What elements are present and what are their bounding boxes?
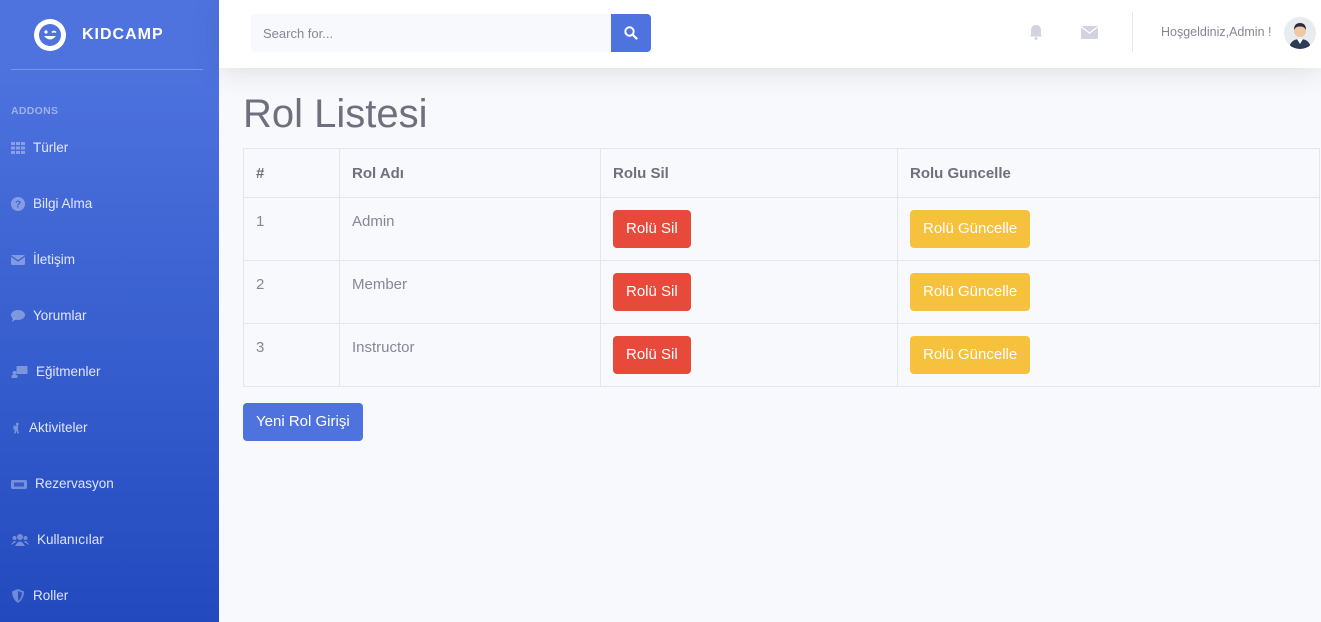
sidebar-item-label: Roller [33,588,69,603]
envelope-icon [1081,26,1098,39]
users-icon [11,533,29,546]
messages-dropdown[interactable] [1081,26,1098,44]
sidebar-item-kullanicilar[interactable]: Kullanıcılar [11,532,104,547]
page-title: Rol Listesi [243,92,428,136]
sidebar-item-label: Aktiviteler [29,420,88,435]
grid-icon [11,141,25,154]
sidebar-item-label: Rezervasyon [35,476,114,491]
sidebar-item-bilgi-alma[interactable]: ? Bilgi Alma [11,196,92,211]
sidebar-item-aktiviteler[interactable]: Aktiviteler [11,420,88,435]
table-row: 3 Instructor Rolü Sil Rolü Güncelle [243,323,1320,387]
sidebar-item-label: Eğitmenler [36,364,101,379]
sidebar-heading: ADDONS [11,105,59,117]
table-header-row: # Rol Adı Rolu Sil Rolu Guncelle [243,148,1320,198]
column-header: Rolu Guncelle [897,148,1320,198]
sidebar-item-egitmenler[interactable]: Eğitmenler [11,364,101,379]
chalkboard-teacher-icon [11,365,28,378]
role-name: Member [339,260,601,324]
user-welcome-text[interactable]: Hoşgeldiniz,Admin ! [1161,25,1271,39]
sidebar-item-label: Yorumlar [33,308,87,323]
sidebar-item-turler[interactable]: Türler [11,140,68,155]
avatar[interactable] [1284,17,1316,49]
role-id: 1 [243,197,340,261]
shield-icon [12,588,24,603]
brand[interactable]: KIDCAMP [0,0,219,69]
sidebar-item-label: İletişim [33,252,76,267]
delete-role-button[interactable]: Rolü Sil [613,210,691,248]
sidebar-item-label: Kullanıcılar [37,532,104,547]
sidebar-item-rezervasyon[interactable]: Rezervasyon [11,476,114,491]
role-id: 3 [243,323,340,387]
search-button[interactable] [611,14,651,52]
comment-icon [11,309,25,322]
search-form [251,14,651,52]
role-name: Instructor [339,323,601,387]
table-row: 1 Admin Rolü Sil Rolü Güncelle [243,197,1320,261]
roles-table: # Rol Adı Rolu Sil Rolu Guncelle 1 Admin… [243,148,1320,387]
sidebar-item-label: Türler [33,140,69,155]
column-header: # [243,148,340,198]
table-row: 2 Member Rolü Sil Rolü Güncelle [243,260,1320,324]
delete-role-button[interactable]: Rolü Sil [613,273,691,311]
role-id: 2 [243,260,340,324]
topbar-divider [1132,12,1133,52]
brand-name: KIDCAMP [82,25,164,43]
laugh-wink-icon [34,18,66,51]
search-icon [624,26,638,40]
delete-role-button[interactable]: Rolü Sil [613,336,691,374]
update-role-button[interactable]: Rolü Güncelle [910,273,1031,311]
sidebar-item-yorumlar[interactable]: Yorumlar [11,308,87,323]
alerts-dropdown[interactable] [1029,24,1043,45]
update-role-button[interactable]: Rolü Güncelle [910,336,1031,374]
svg-text:?: ? [15,199,21,210]
sidebar-item-label: Bilgi Alma [33,196,93,211]
ticket-icon [11,479,27,489]
update-role-button[interactable]: Rolü Güncelle [910,210,1031,248]
sidebar: KIDCAMP ADDONS Türler ? Bilgi Alma İleti… [0,0,219,622]
sidebar-item-roller[interactable]: Roller [11,588,68,603]
envelope-icon [11,254,25,265]
user-avatar-icon [1284,17,1316,49]
role-name: Admin [339,197,601,261]
column-header: Rolu Sil [600,148,898,198]
topbar: Hoşgeldiniz,Admin ! [219,0,1321,68]
column-header: Rol Adı [339,148,601,198]
search-input[interactable] [251,14,611,52]
sidebar-item-iletisim[interactable]: İletişim [11,252,75,267]
new-role-button[interactable]: Yeni Rol Girişi [243,403,363,441]
question-circle-icon: ? [11,196,25,211]
bell-icon [1029,25,1043,40]
hiking-icon [13,422,19,433]
